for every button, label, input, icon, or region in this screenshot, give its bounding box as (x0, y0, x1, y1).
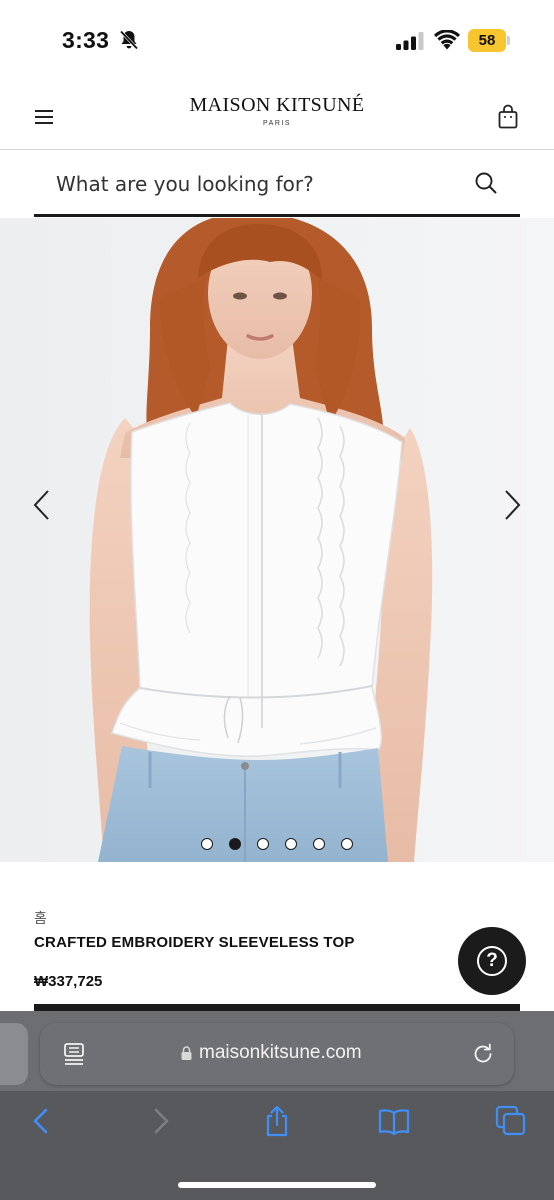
search-input[interactable] (56, 167, 456, 201)
search-icon[interactable] (474, 171, 498, 195)
url-text: maisonkitsune.com (199, 1042, 362, 1063)
battery-icon: 58 (468, 29, 510, 52)
reload-icon[interactable] (471, 1042, 495, 1066)
home-indicator (178, 1182, 376, 1188)
site-header: MAISON KITSUNÉ PARIS (0, 84, 554, 150)
shopping-bag-icon[interactable] (497, 104, 519, 130)
lock-icon (181, 1046, 192, 1060)
hamburger-menu-icon[interactable] (35, 108, 55, 126)
breadcrumb[interactable]: 홈 (34, 908, 47, 928)
carousel-dot-1[interactable] (201, 838, 213, 850)
chevron-left-icon[interactable] (30, 488, 54, 522)
product-info: 홈 CRAFTED EMBROIDERY SLEEVELESS TOP ₩337… (0, 862, 554, 1012)
status-bar: 3:33 58 (0, 0, 554, 84)
forward-icon[interactable] (144, 1105, 176, 1137)
carousel-dot-6[interactable] (341, 838, 353, 850)
previous-tab-peek[interactable] (0, 1023, 28, 1085)
product-photo (0, 218, 554, 862)
battery-cap (507, 36, 510, 45)
battery-level: 58 (478, 32, 496, 49)
chevron-right-icon[interactable] (500, 488, 524, 522)
reader-mode-icon[interactable] (63, 1042, 85, 1066)
carousel-dot-5[interactable] (313, 838, 325, 850)
question-icon: ? (477, 946, 507, 976)
browser-chrome: maisonkitsune.com (0, 1011, 554, 1200)
wifi-icon (434, 30, 460, 50)
status-time: 3:33 (62, 27, 110, 53)
brand-name: MAISON KITSUNÉ (189, 94, 365, 116)
bell-slash-icon (119, 30, 139, 50)
product-title: CRAFTED EMBROIDERY SLEEVELESS TOP (34, 934, 355, 951)
carousel-dot-2[interactable] (229, 838, 241, 850)
carousel-dot-4[interactable] (285, 838, 297, 850)
product-price: ₩337,725 (34, 973, 103, 990)
back-icon[interactable] (26, 1105, 58, 1137)
product-gallery[interactable] (0, 218, 554, 862)
browser-toolbar (0, 1091, 554, 1200)
carousel-dot-3[interactable] (257, 838, 269, 850)
address-bar[interactable]: maisonkitsune.com (40, 1023, 514, 1085)
brand-subtitle: PARIS (263, 120, 291, 127)
carousel-dots (199, 838, 359, 852)
search-bar (34, 151, 520, 217)
help-button[interactable]: ? (458, 927, 526, 995)
bookmarks-icon[interactable] (378, 1105, 410, 1137)
brand-logo[interactable]: MAISON KITSUNÉ PARIS (177, 94, 377, 127)
share-icon[interactable] (261, 1105, 293, 1137)
cellular-signal-icon (396, 32, 424, 50)
tabs-icon[interactable] (495, 1105, 527, 1137)
